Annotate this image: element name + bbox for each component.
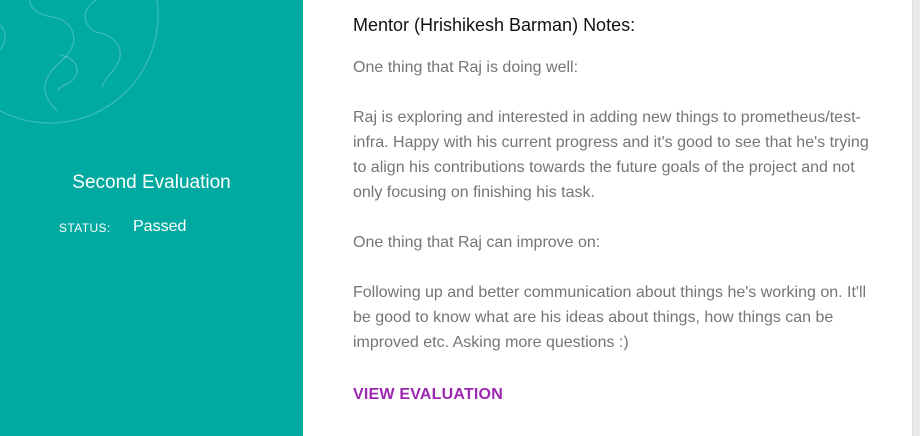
status-label: STATUS: [59, 221, 111, 235]
notes-title: Mentor (Hrishikesh Barman) Notes: [353, 15, 636, 35]
evaluation-sidebar: Second Evaluation STATUS: Passed [0, 0, 303, 436]
page-edge [912, 0, 920, 436]
notes-paragraph: One thing that Raj can improve on: [353, 234, 601, 251]
globe-icon [0, 0, 159, 124]
notes-paragraph: Following up and better communication ab… [353, 284, 867, 351]
evaluation-card: Second Evaluation STATUS: Passed Mentor … [0, 0, 912, 436]
notes-paragraph: Raj is exploring and interested in addin… [353, 109, 869, 201]
view-evaluation-link[interactable]: VIEW EVALUATION [353, 384, 503, 406]
status-value: Passed [133, 218, 187, 235]
notes-paragraph: One thing that Raj is doing well: [353, 59, 579, 76]
evaluation-title: Second Evaluation [72, 172, 231, 193]
